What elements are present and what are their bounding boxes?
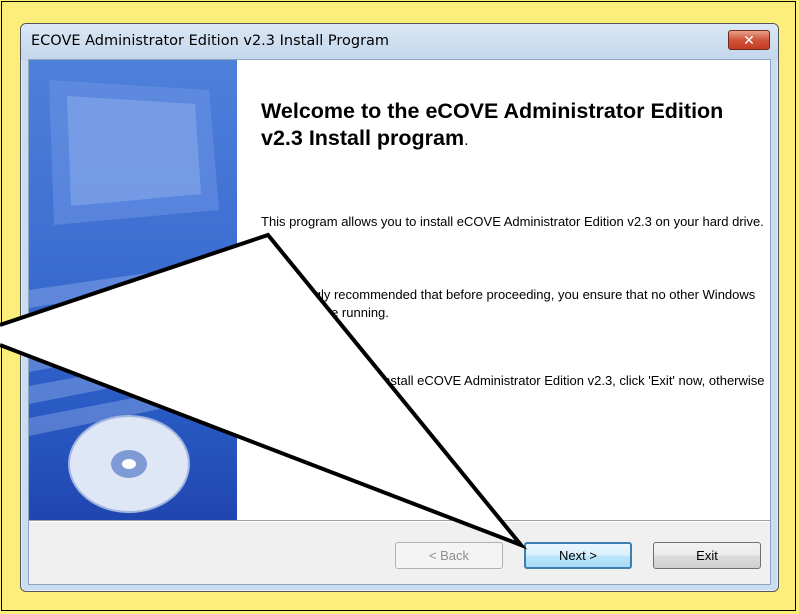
dialog-client-area: Welcome to the eCOVE Administrator Editi… <box>28 59 771 585</box>
intro-paragraph: This program allows you to install eCOVE… <box>261 214 764 229</box>
side-banner-image <box>29 60 237 520</box>
close-icon: ✕ <box>743 33 755 49</box>
close-button[interactable]: ✕ <box>728 30 770 50</box>
next-button[interactable]: Next > <box>524 542 632 569</box>
welcome-heading-text: Welcome to the eCOVE Administrator Editi… <box>261 99 724 150</box>
welcome-heading-period: . <box>464 132 469 149</box>
window-title: ECOVE Administrator Edition v2.3 Install… <box>31 33 390 49</box>
title-bar[interactable]: ECOVE Administrator Edition v2.3 Install… <box>21 24 778 60</box>
cd-disc-icon <box>68 415 190 513</box>
exit-instructions-paragraph: If you do not wish to install eCOVE Admi… <box>261 373 765 406</box>
back-button[interactable]: < Back <box>395 542 503 569</box>
welcome-content: Welcome to the eCOVE Administrator Editi… <box>237 60 770 520</box>
installer-window: ECOVE Administrator Edition v2.3 Install… <box>20 23 779 592</box>
welcome-heading: Welcome to the eCOVE Administrator Editi… <box>261 98 771 154</box>
exit-button[interactable]: Exit <box>653 542 761 569</box>
monitor-icon <box>49 80 219 225</box>
keyboard-icon <box>29 260 237 436</box>
recommendation-paragraph: It is strongly recommended that before p… <box>261 287 756 320</box>
button-separator <box>29 520 770 522</box>
